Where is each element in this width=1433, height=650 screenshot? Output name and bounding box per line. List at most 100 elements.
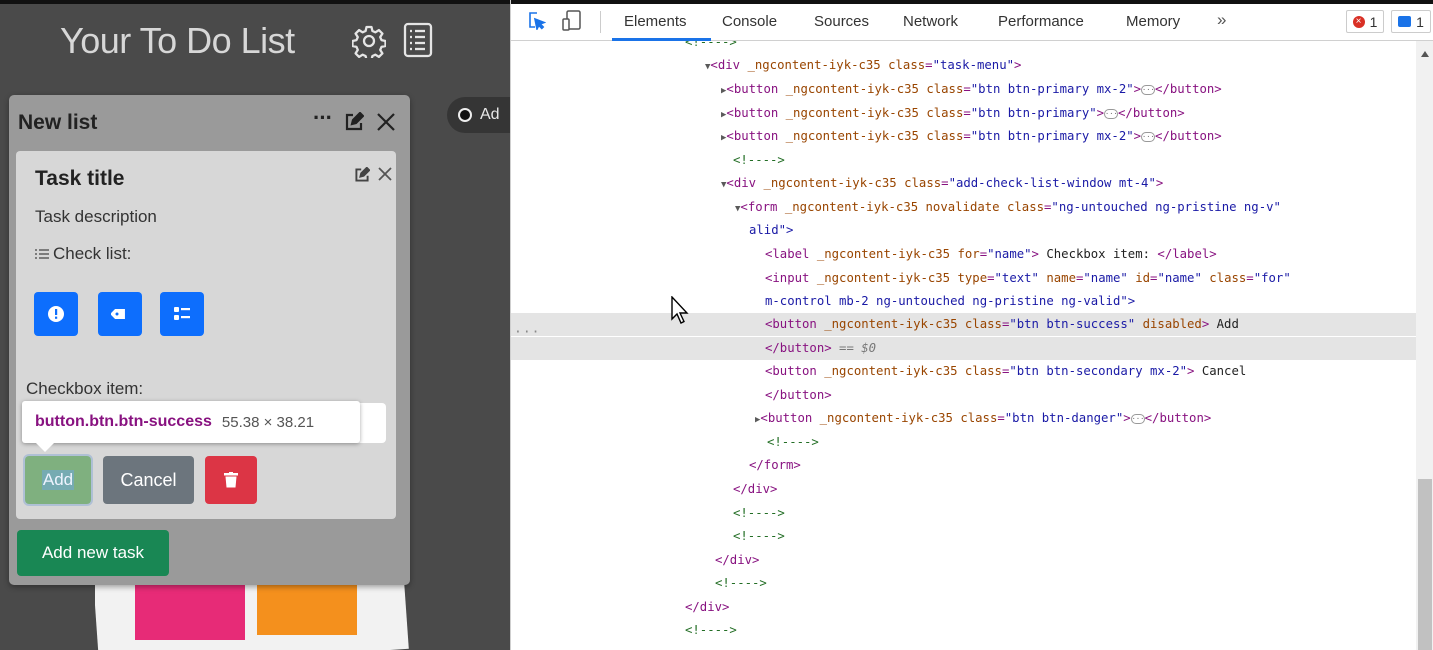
dom-attribute-equals: = [963,106,971,120]
dom-node-line[interactable]: </button> [511,384,1416,407]
collapsed-content-icon[interactable]: ··· [1130,413,1145,424]
elements-dom-tree[interactable]: <!----> ▼<div _ngcontent-iyk-c35 class="t… [511,41,1416,650]
dom-tag-close-bracket: > [1096,106,1105,120]
dom-node-line[interactable]: <!----> [511,41,1416,54]
error-count-badge[interactable]: × 1 [1346,10,1384,33]
dom-node-line[interactable]: <input _ngcontent-iyk-c35 type="text" na… [511,267,1416,290]
tab-elements[interactable]: Elements [624,13,687,30]
dom-attribute-name: class [904,176,942,190]
dom-node-line[interactable]: <!----> [511,525,1416,548]
collapsed-content-icon[interactable]: ··· [1141,131,1156,142]
dom-attribute-value: "ng-untouched ng-pristine ng-v" [1051,200,1281,214]
dom-node-line[interactable]: ▼<form _ngcontent-iyk-c35 novalidate cla… [511,196,1416,219]
dom-node-line[interactable]: alid"> [511,219,1416,242]
dom-wrapped-attribute: m-control mb-2 ng-untouched ng-pristine … [765,294,1136,308]
dom-comment: <!----> [767,435,819,449]
inspect-element-icon[interactable] [528,12,546,30]
dom-attribute-name: _ngcontent-iyk-c35 [784,200,919,214]
dom-node-line[interactable]: </div> [511,596,1416,619]
dom-node-line[interactable]: </div> [511,549,1416,572]
scroll-thumb[interactable] [1418,479,1432,650]
tab-memory[interactable]: Memory [1126,13,1180,30]
dom-node-line[interactable]: ▶<button _ngcontent-iyk-c35 class="btn b… [511,407,1416,430]
dom-node-line[interactable]: ▶<button _ngcontent-iyk-c35 class="btn b… [511,125,1416,148]
tag-button[interactable] [98,292,142,336]
edit-icon[interactable] [354,167,370,183]
dom-attribute-name: for [957,247,980,261]
dom-node-line[interactable]: <!----> [511,502,1416,525]
dom-comment: <!----> [733,529,785,543]
dom-node-line[interactable]: </div> [511,478,1416,501]
dom-closing-tag: </button> [1118,106,1185,120]
dom-attribute-name: class [888,58,926,72]
dom-attribute-equals: = [963,82,971,96]
dom-closing-tag: </div> [715,553,760,567]
dom-tag-open: <input [765,271,810,285]
dom-node-line[interactable]: ▼<div _ngcontent-iyk-c35 class="add-chec… [511,172,1416,195]
close-icon[interactable] [375,111,397,133]
dom-comment: <!----> [715,576,767,590]
gear-icon[interactable] [352,24,386,58]
dom-node-line[interactable]: <!----> [511,572,1416,595]
dom-node-line[interactable]: <!----> [511,149,1416,172]
dom-attribute-name: _ngcontent-iyk-c35 [816,247,951,261]
dom-closing-tag: </div> [685,600,730,614]
dom-comment: <!----> [685,623,737,637]
dom-node-line[interactable]: <label _ngcontent-iyk-c35 for="name"> Ch… [511,243,1416,266]
dom-node-line[interactable]: <!----> [511,619,1416,642]
tab-sources[interactable]: Sources [814,13,869,30]
add-checkbox-button[interactable]: Add [23,454,93,506]
toolbar-separator [600,11,601,33]
selected-node-menu[interactable]: ··· [514,325,540,340]
message-count: 1 [1416,13,1424,30]
tab-network[interactable]: Network [903,13,958,30]
collapsed-content-icon[interactable]: ··· [1141,84,1156,95]
dom-attribute-name: _ngcontent-iyk-c35 [785,82,919,96]
dom-node-line[interactable]: <button _ngcontent-iyk-c35 class="btn bt… [511,313,1416,337]
priority-button[interactable] [34,292,78,336]
tab-console[interactable]: Console [722,13,777,30]
tab-performance[interactable]: Performance [998,13,1084,30]
dom-closing-tag: </button> [765,341,832,355]
dom-tag-close-bracket: > [1014,58,1022,72]
dom-node-line[interactable]: <button _ngcontent-iyk-c35 class="btn bt… [511,360,1416,383]
message-icon [1398,16,1412,27]
list-icon[interactable] [403,22,433,58]
dom-closing-tag: </label> [1157,247,1217,261]
message-count-badge[interactable]: 1 [1391,10,1431,33]
dom-node-line[interactable]: ▼<div _ngcontent-iyk-c35 class="task-men… [511,54,1416,77]
dom-node-line[interactable]: <!----> [511,431,1416,454]
dom-attribute-value: "name" [987,247,1032,261]
checklist-button[interactable] [160,292,204,336]
device-toolbar-icon[interactable] [561,10,583,32]
dom-closing-tag: </button> [1155,82,1222,96]
add-button-label: Add [41,470,75,490]
edit-icon[interactable] [344,112,364,132]
dom-attribute-value: "btn btn-primary mx-2" [970,82,1134,96]
dom-attribute-name: class [964,364,1002,378]
more-tabs-button[interactable]: » [1217,10,1226,30]
exclamation-icon [48,306,64,322]
dom-attribute-value: "btn btn-primary mx-2" [970,129,1134,143]
add-list-pill[interactable]: Ad [447,97,510,133]
dom-attribute-value: "btn btn-primary" [970,106,1097,120]
list-name: New list [18,111,98,134]
collapsed-content-icon[interactable]: ··· [1104,108,1119,119]
task-title: Task title [35,167,125,190]
dom-attribute-value: "text" [994,271,1039,285]
dom-text-content: Checkbox item: [1038,247,1158,261]
delete-button[interactable] [205,456,257,504]
dom-node-line[interactable]: m-control mb-2 ng-untouched ng-pristine … [511,290,1416,313]
elements-scrollbar[interactable] [1416,41,1433,650]
close-icon[interactable] [376,165,394,183]
dom-node-line[interactable]: ▶<button _ngcontent-iyk-c35 class="btn b… [511,102,1416,125]
dom-attribute-name: class [926,129,964,143]
add-new-task-button[interactable]: Add new task [17,530,169,576]
cancel-button[interactable]: Cancel [103,456,194,504]
dom-attribute-name: _ngcontent-iyk-c35 [824,364,958,378]
dom-node-line[interactable]: ▶<button _ngcontent-iyk-c35 class="btn b… [511,78,1416,101]
list-menu-button[interactable]: ··· [313,105,333,131]
dom-node-line[interactable]: </button> == $0 [511,337,1416,361]
dom-node-line[interactable]: </form> [511,454,1416,477]
scroll-up-arrow[interactable] [1421,51,1429,57]
